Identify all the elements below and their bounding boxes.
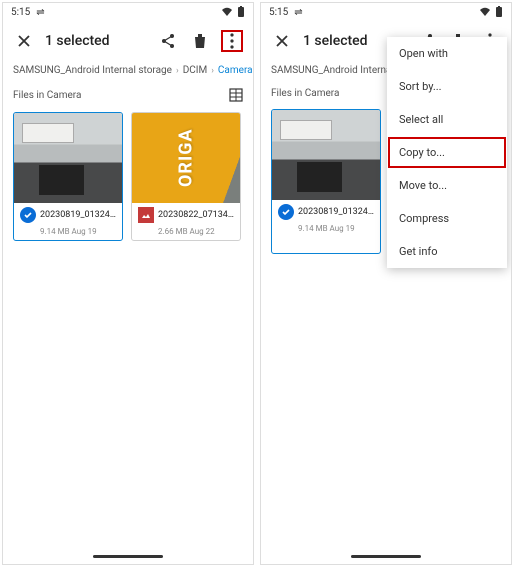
usb-icon: ⇌ bbox=[36, 7, 44, 18]
breadcrumb-dcim[interactable]: DCIM bbox=[183, 65, 208, 76]
selection-count: 1 selected bbox=[45, 33, 147, 49]
wifi-icon bbox=[221, 7, 233, 17]
battery-icon bbox=[237, 6, 245, 18]
file-name: 20230819_013240... bbox=[40, 210, 116, 220]
close-icon[interactable] bbox=[13, 30, 35, 52]
menu-sort-by[interactable]: Sort by... bbox=[387, 70, 507, 103]
more-icon[interactable] bbox=[221, 30, 243, 52]
close-icon[interactable] bbox=[271, 30, 293, 52]
breadcrumb-camera[interactable]: Camera bbox=[218, 65, 253, 76]
file-thumbnail: ORIGA bbox=[132, 113, 240, 203]
selected-check-icon bbox=[278, 204, 294, 220]
menu-get-info[interactable]: Get info bbox=[387, 235, 507, 268]
battery-icon bbox=[495, 6, 503, 18]
usb-icon: ⇌ bbox=[294, 7, 302, 18]
share-icon[interactable] bbox=[157, 30, 179, 52]
file-name: 20230819_013240... bbox=[298, 207, 374, 217]
nav-pill[interactable] bbox=[93, 555, 163, 558]
menu-compress[interactable]: Compress bbox=[387, 202, 507, 235]
section-header: Files in Camera bbox=[3, 80, 253, 106]
breadcrumb: SAMSUNG_Android Internal storage › DCIM … bbox=[3, 61, 253, 80]
status-bar: 5:15 ⇌ bbox=[3, 3, 253, 21]
file-meta: 2.66 MB Aug 22 bbox=[132, 227, 240, 240]
overflow-menu: Open with Sort by... Select all Copy to.… bbox=[387, 37, 507, 268]
wifi-icon bbox=[479, 7, 491, 17]
menu-select-all[interactable]: Select all bbox=[387, 103, 507, 136]
menu-open-with[interactable]: Open with bbox=[387, 37, 507, 70]
file-meta: 9.14 MB Aug 19 bbox=[272, 224, 380, 237]
file-thumbnail bbox=[14, 113, 122, 203]
top-bar: 1 selected bbox=[3, 21, 253, 61]
file-tile[interactable]: 20230819_013240... 9.14 MB Aug 19 bbox=[271, 109, 381, 254]
chevron-right-icon: › bbox=[176, 66, 179, 76]
file-tile[interactable]: 20230819_013240... 9.14 MB Aug 19 bbox=[13, 112, 123, 241]
menu-move-to[interactable]: Move to... bbox=[387, 169, 507, 202]
phone-left: 5:15 ⇌ 1 selected SAMSUNG_Android Intern… bbox=[2, 2, 254, 565]
delete-icon[interactable] bbox=[189, 30, 211, 52]
file-meta: 9.14 MB Aug 19 bbox=[14, 227, 122, 240]
chevron-right-icon: › bbox=[211, 66, 214, 76]
file-grid: 20230819_013240... 9.14 MB Aug 19 ORIGA … bbox=[3, 106, 253, 247]
section-label: Files in Camera bbox=[13, 90, 229, 101]
nav-pill[interactable] bbox=[351, 555, 421, 558]
selected-check-icon bbox=[20, 207, 36, 223]
status-bar: 5:15 ⇌ bbox=[261, 3, 511, 21]
phone-right: 5:15 ⇌ 1 selected SAMSUNG_Android Intern… bbox=[260, 2, 512, 565]
breadcrumb-root[interactable]: SAMSUNG_Android Internal storage bbox=[13, 65, 172, 76]
menu-copy-to[interactable]: Copy to... bbox=[387, 136, 507, 169]
file-thumbnail bbox=[272, 110, 380, 200]
file-name: 20230822_07134... bbox=[158, 210, 234, 220]
status-time: 5:15 bbox=[269, 7, 288, 18]
file-tile[interactable]: ORIGA 20230822_07134... 2.66 MB Aug 22 bbox=[131, 112, 241, 241]
image-file-icon bbox=[138, 207, 154, 223]
view-toggle-icon[interactable] bbox=[229, 88, 243, 102]
status-time: 5:15 bbox=[11, 7, 30, 18]
